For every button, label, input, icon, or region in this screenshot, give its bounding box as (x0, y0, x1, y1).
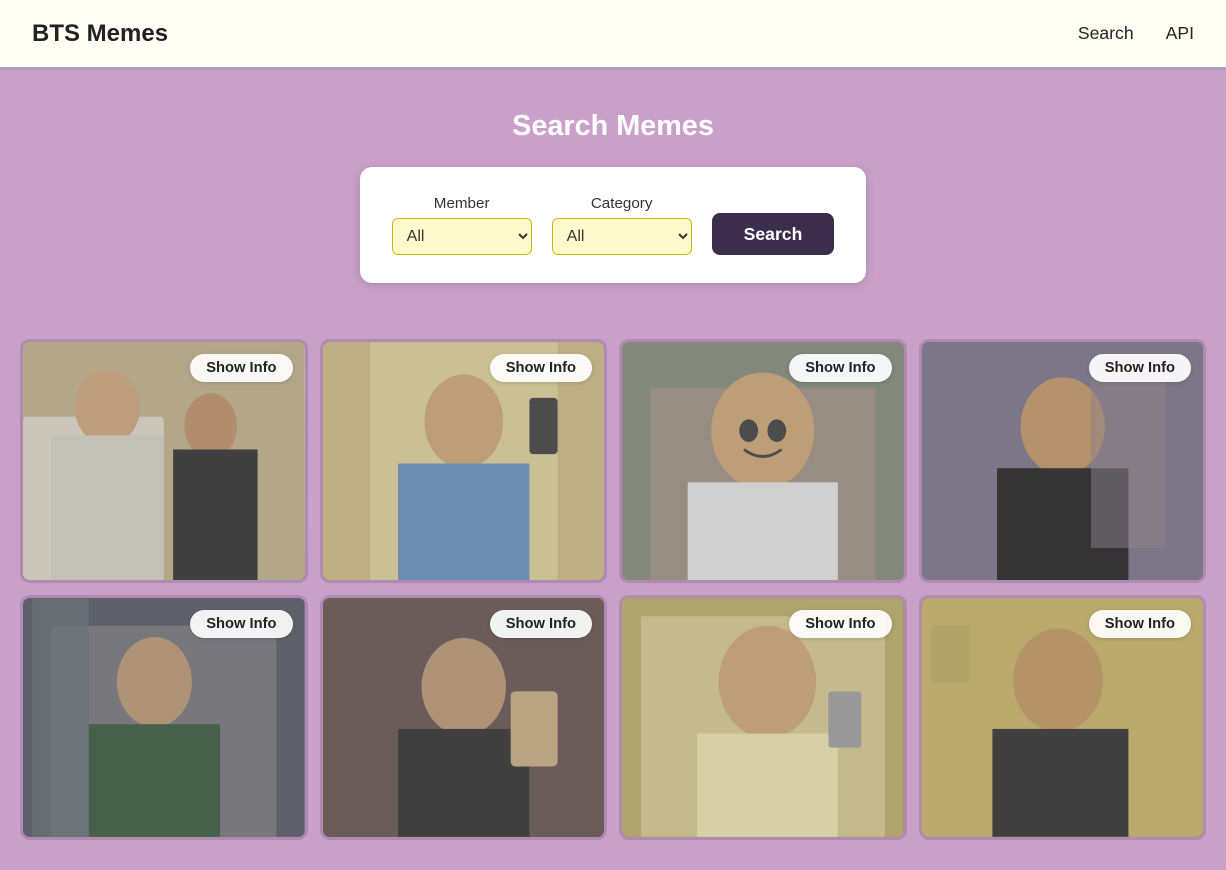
search-card: Member AllRMJinSugaJ-HopeJiminVJungkook … (360, 167, 867, 283)
meme-grid: Show Info Show Info (0, 323, 1226, 870)
search-row: Member AllRMJinSugaJ-HopeJiminVJungkook … (392, 195, 835, 255)
search-button[interactable]: Search (712, 213, 835, 255)
category-select[interactable]: AllFunnyCuteReactionDancing (552, 218, 692, 255)
meme-card: Show Info (20, 339, 308, 583)
meme-card: Show Info (619, 595, 907, 839)
site-title: BTS Memes (32, 20, 168, 48)
nav-links: Search API (1078, 23, 1194, 44)
nav-search-link[interactable]: Search (1078, 23, 1134, 44)
show-info-button[interactable]: Show Info (190, 354, 292, 382)
show-info-button[interactable]: Show Info (789, 354, 891, 382)
category-label: Category (552, 195, 692, 212)
hero-section: Search Memes Member AllRMJinSugaJ-HopeJi… (0, 70, 1226, 323)
page-title: Search Memes (20, 110, 1206, 143)
show-info-button[interactable]: Show Info (1089, 354, 1191, 382)
meme-card: Show Info (320, 339, 608, 583)
category-field: Category AllFunnyCuteReactionDancing (552, 195, 692, 255)
nav-api-link[interactable]: API (1166, 23, 1194, 44)
member-label: Member (392, 195, 532, 212)
meme-card: Show Info (919, 339, 1207, 583)
member-select[interactable]: AllRMJinSugaJ-HopeJiminVJungkook (392, 218, 532, 255)
show-info-button[interactable]: Show Info (789, 610, 891, 638)
show-info-button[interactable]: Show Info (1089, 610, 1191, 638)
meme-card: Show Info (919, 595, 1207, 839)
meme-card: Show Info (619, 339, 907, 583)
show-info-button[interactable]: Show Info (190, 610, 292, 638)
show-info-button[interactable]: Show Info (490, 354, 592, 382)
meme-card: Show Info (20, 595, 308, 839)
show-info-button[interactable]: Show Info (490, 610, 592, 638)
navbar: BTS Memes Search API (0, 0, 1226, 70)
meme-card: Show Info (320, 595, 608, 839)
member-field: Member AllRMJinSugaJ-HopeJiminVJungkook (392, 195, 532, 255)
